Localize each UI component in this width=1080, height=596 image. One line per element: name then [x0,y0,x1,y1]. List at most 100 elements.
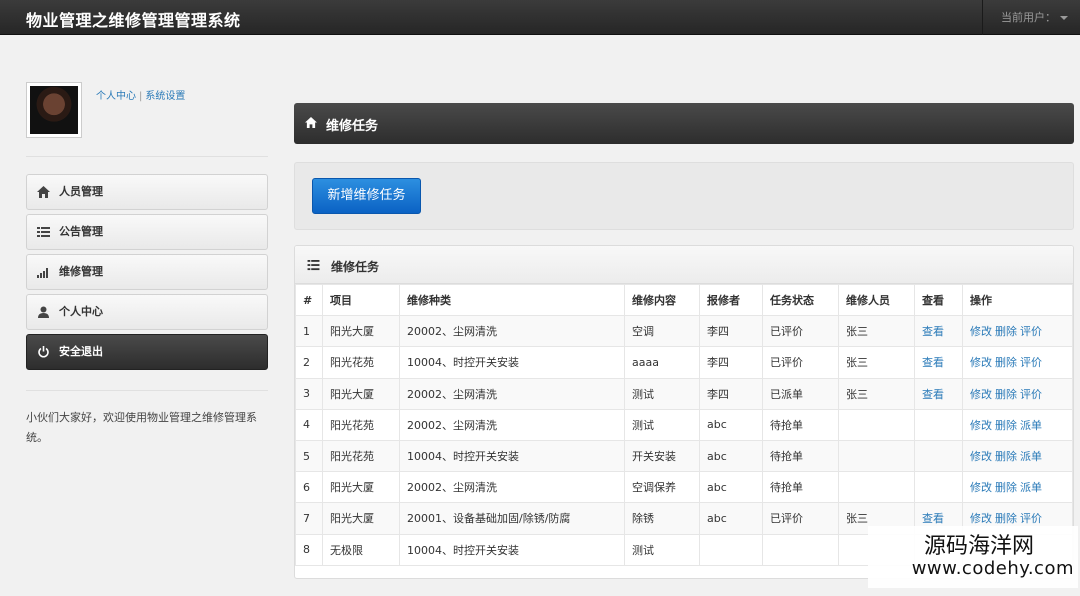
edit-link[interactable]: 修改 [970,481,992,494]
table-row: 6 阳光大厦 20002、尘网清洗 空调保养 abc 待抢单 修改 删除 派单 [295,471,1073,504]
row-number: 4 [295,408,323,441]
review-link[interactable]: 评价 [1020,388,1042,401]
add-repair-task-button[interactable]: 新增维修任务 [312,178,421,214]
column-header: 报修者 [699,283,763,317]
content-cell: 空调保养 [624,471,700,504]
staff-cell: 张三 [838,377,915,410]
home-icon [305,117,317,128]
review-link[interactable]: 评价 [1020,512,1042,525]
content-cell: 开关安装 [624,439,700,473]
view-cell [914,408,963,441]
chevron-down-icon [1060,16,1068,20]
project-cell: 阳光花苑 [322,408,400,441]
review-link[interactable]: 评价 [1020,325,1042,338]
category-cell: 10004、时控开关安装 [399,346,625,379]
page-header: 维修任务 [294,103,1074,144]
welcome-text: 小伙们大家好，欢迎使用物业管理之维修管理系统。 [26,411,257,444]
edit-link[interactable]: 修改 [970,512,992,525]
column-header: 查看 [914,283,963,317]
list-icon [37,227,50,237]
user-icon [38,306,49,318]
review-link[interactable]: 评价 [1020,356,1042,369]
toolbar: 新增维修任务 [294,162,1074,230]
staff-cell [838,471,915,504]
reporter-cell: 李四 [699,315,763,348]
delete-link[interactable]: 删除 [995,450,1017,463]
reporter-cell: 李四 [699,346,763,379]
sidebar-item-personnel[interactable]: 人员管理 [26,174,268,210]
content-cell: 除锈 [624,502,700,535]
content-cell: 测试 [624,533,700,566]
home-icon [37,186,50,198]
watermark-url: www.codehy.com [911,558,1074,579]
app-title[interactable]: 物业管理之维修管理管理系统 [26,7,241,31]
category-cell: 20002、尘网清洗 [399,377,625,410]
sidebar-item-personal-center[interactable]: 个人中心 [26,294,268,330]
sidebar-item-announcements[interactable]: 公告管理 [26,214,268,250]
view-cell: 查看 [914,346,963,379]
power-icon [38,346,49,358]
dispatch-link[interactable]: 派单 [1020,450,1042,463]
project-cell: 阳光大厦 [322,315,400,348]
delete-link[interactable]: 删除 [995,325,1017,338]
content-cell: 空调 [624,315,700,348]
staff-cell: 张三 [838,346,915,379]
category-cell: 20001、设备基础加固/除锈/防腐 [399,502,625,535]
status-cell: 待抢单 [762,471,839,504]
edit-link[interactable]: 修改 [970,356,992,369]
staff-cell [838,439,915,473]
sidebar-item-maintenance[interactable]: 维修管理 [26,254,268,290]
sidebar-item-label: 公告管理 [59,225,103,238]
actions-cell: 修改 删除 派单 [962,408,1073,441]
actions-cell: 修改 删除 评价 [962,377,1073,410]
sidebar-divider [26,390,268,391]
edit-link[interactable]: 修改 [970,388,992,401]
profile-link-personal-center[interactable]: 个人中心 [96,91,136,102]
row-number: 7 [295,502,323,535]
column-header: 项目 [322,283,400,317]
view-link[interactable]: 查看 [922,356,944,369]
sidebar-item-logout[interactable]: 安全退出 [26,334,268,370]
category-cell: 20002、尘网清洗 [399,315,625,348]
project-cell: 阳光大厦 [322,377,400,410]
delete-link[interactable]: 删除 [995,419,1017,432]
table-row: 1 阳光大厦 20002、尘网清洗 空调 李四 已评价 张三 查看 修改 删除 评价 [295,315,1073,348]
current-user-label: 当前用户： [1001,11,1056,24]
view-link[interactable]: 查看 [922,325,944,338]
edit-link[interactable]: 修改 [970,419,992,432]
delete-link[interactable]: 删除 [995,388,1017,401]
row-number: 2 [295,346,323,379]
row-number: 3 [295,377,323,410]
row-number: 5 [295,439,323,473]
table-title: 维修任务 [331,260,380,274]
delete-link[interactable]: 删除 [995,356,1017,369]
category-cell: 10004、时控开关安装 [399,439,625,473]
sidebar-item-label: 安全退出 [59,345,103,358]
category-cell: 20002、尘网清洗 [399,408,625,441]
view-link[interactable]: 查看 [922,512,944,525]
profile-link-system-settings[interactable]: 系统设置 [145,91,185,102]
current-user-menu[interactable]: 当前用户： [982,0,1080,35]
edit-link[interactable]: 修改 [970,450,992,463]
table-panel-header: 维修任务 [295,246,1073,284]
table-header-row: # 项目 维修种类 维修内容 报修者 任务状态 维修人员 查看 操作 [295,283,1073,317]
sidebar-item-label: 维修管理 [59,265,103,278]
dispatch-link[interactable]: 派单 [1020,419,1042,432]
watermark-name: 源码海洋网 [923,534,1034,559]
row-number: 8 [295,533,323,566]
content-cell: 测试 [624,377,700,410]
dispatch-link[interactable]: 派单 [1020,481,1042,494]
table-row: 2 阳光花苑 10004、时控开关安装 aaaa 李四 已评价 张三 查看 修改 删除 评价 [295,346,1073,379]
view-cell: 查看 [914,377,963,410]
edit-link[interactable]: 修改 [970,325,992,338]
delete-link[interactable]: 删除 [995,512,1017,525]
signal-bars-icon [37,268,48,278]
reporter-cell: abc [699,439,763,473]
delete-link[interactable]: 删除 [995,481,1017,494]
profile-links: 个人中心 | 系统设置 [96,91,186,102]
project-cell: 阳光大厦 [322,471,400,504]
view-link[interactable]: 查看 [922,388,944,401]
project-cell: 阳光花苑 [322,439,400,473]
staff-cell [838,408,915,441]
column-header: 操作 [962,283,1073,317]
